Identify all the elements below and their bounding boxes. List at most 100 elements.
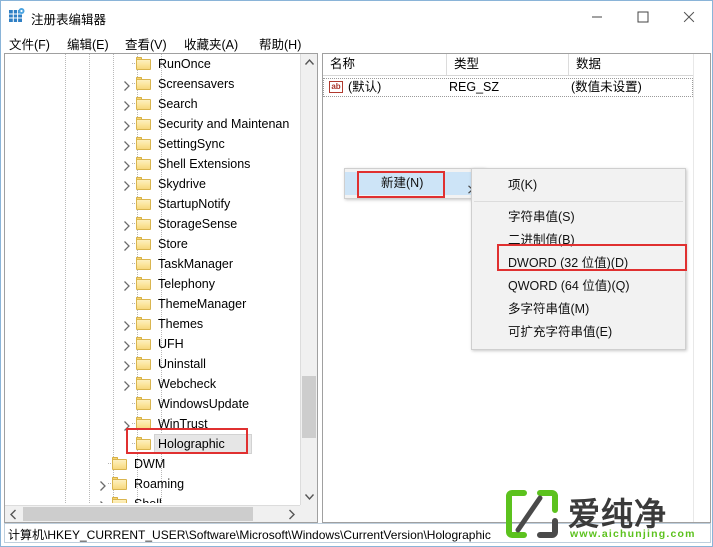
tree-item-label: Uninstall — [158, 357, 206, 371]
chevron-right-icon[interactable] — [122, 318, 132, 331]
tree-item-label: ThemeManager — [158, 297, 247, 311]
close-button[interactable] — [666, 1, 712, 32]
tree-item-label: WindowsUpdate — [158, 397, 250, 411]
registry-path: 计算机\HKEY_CURRENT_USER\Software\Microsoft… — [8, 528, 491, 542]
tree-horizontal-scrollbar[interactable] — [5, 505, 300, 522]
folder-icon — [136, 257, 151, 270]
folder-icon — [136, 57, 151, 70]
tree-guide-line — [89, 54, 90, 503]
tree-item-label: Shell Extensions — [158, 157, 251, 171]
folder-icon — [112, 497, 127, 503]
menu-help[interactable]: 帮助(H) — [259, 34, 301, 53]
tree-item-label: Roaming — [134, 477, 185, 491]
submenu-item-label: 多字符串值(M) — [508, 302, 590, 316]
folder-icon — [112, 457, 127, 470]
submenu-item[interactable]: DWORD (32 位值)(D) — [472, 252, 685, 275]
folder-icon — [136, 157, 151, 170]
folder-icon — [136, 117, 151, 130]
submenu-item[interactable]: 字符串值(S) — [472, 206, 685, 229]
chevron-right-icon[interactable] — [122, 378, 132, 391]
submenu-item-label: 字符串值(S) — [508, 210, 575, 224]
folder-icon — [136, 337, 151, 350]
maximize-button[interactable] — [620, 1, 666, 32]
submenu-item-label: 项(K) — [508, 178, 538, 192]
menu-edit[interactable]: 编辑(E) — [67, 34, 109, 53]
tree-item-label: DWM — [134, 457, 166, 471]
folder-icon — [136, 197, 151, 210]
column-header-data[interactable]: 数据 — [569, 54, 695, 75]
column-header-name[interactable]: 名称 — [323, 54, 447, 75]
context-menu-item-new[interactable]: 新建(N) — [345, 172, 484, 195]
tree-item-label: Store — [158, 237, 188, 251]
watermark: 爱纯净 www.aichunjing.com — [506, 488, 711, 546]
folder-icon — [112, 477, 127, 490]
chevron-right-icon[interactable] — [122, 358, 132, 371]
chevron-right-icon[interactable] — [122, 138, 132, 151]
chevron-right-icon[interactable] — [122, 338, 132, 351]
folder-icon — [136, 177, 151, 190]
value-type: REG_SZ — [449, 80, 500, 94]
submenu-item[interactable]: 多字符串值(M) — [472, 298, 685, 321]
tree-item-label: Themes — [158, 317, 204, 331]
registry-icon — [9, 8, 25, 24]
values-vertical-scrollbar[interactable] — [693, 54, 710, 522]
tree-item-label: StorageSense — [158, 217, 238, 231]
folder-icon — [136, 277, 151, 290]
scroll-up-icon[interactable] — [301, 54, 317, 71]
tree-guide-line — [65, 54, 66, 503]
column-header-type[interactable]: 类型 — [447, 54, 569, 75]
folder-icon — [136, 317, 151, 330]
watermark-url: www.aichunjing.com — [570, 528, 696, 540]
submenu-item[interactable]: 项(K) — [472, 174, 685, 197]
menu-favorites[interactable]: 收藏夹(A) — [184, 34, 238, 53]
chevron-right-icon[interactable] — [122, 238, 132, 251]
tree-item-label: Shell — [134, 494, 162, 503]
minimize-button[interactable] — [574, 1, 620, 32]
chevron-right-icon[interactable] — [122, 278, 132, 291]
chevron-right-icon[interactable] — [122, 118, 132, 131]
submenu-item[interactable]: 二进制值(B) — [472, 229, 685, 252]
menu-file[interactable]: 文件(F) — [9, 34, 50, 53]
tree-guide-line — [113, 54, 114, 503]
submenu-item[interactable]: 可扩充字符串值(E) — [472, 321, 685, 344]
folder-icon — [136, 357, 151, 370]
tree-vscroll-thumb[interactable] — [302, 376, 316, 438]
tree-item-label: StartupNotify — [158, 197, 231, 211]
window-title: 注册表编辑器 — [31, 13, 107, 27]
chevron-right-icon[interactable] — [98, 478, 108, 491]
scroll-right-icon[interactable] — [283, 506, 300, 522]
chevron-right-icon[interactable] — [122, 78, 132, 91]
tree-item-label: Skydrive — [158, 177, 206, 191]
chevron-right-icon[interactable] — [122, 178, 132, 191]
maximize-icon — [637, 11, 649, 22]
folder-icon — [136, 137, 151, 150]
scrollbar-corner — [300, 505, 317, 522]
tree-item-label: Security and Maintenan — [158, 117, 290, 131]
scroll-left-icon[interactable] — [5, 506, 22, 522]
chevron-right-icon[interactable] — [122, 418, 132, 431]
submenu-item[interactable]: QWORD (64 位值)(Q) — [472, 275, 685, 298]
tree-item-label: WinTrust — [158, 417, 208, 431]
folder-icon — [136, 97, 151, 110]
folder-icon — [136, 417, 151, 430]
chevron-right-icon[interactable] — [98, 498, 108, 503]
submenu-item-label: DWORD (32 位值)(D) — [508, 256, 629, 270]
chevron-right-icon[interactable] — [122, 218, 132, 231]
chevron-right-icon[interactable] — [122, 158, 132, 171]
tree-vertical-scrollbar[interactable] — [300, 54, 317, 505]
tree-item-label: Search — [158, 97, 198, 111]
menu-view[interactable]: 查看(V) — [125, 34, 167, 53]
folder-icon — [136, 437, 151, 450]
folder-icon — [136, 77, 151, 90]
table-row[interactable]: ab (默认) REG_SZ (数值未设置) — [323, 78, 693, 97]
registry-tree[interactable]: RunOnce Screensavers Search Security and Ma… — [5, 54, 300, 503]
new-submenu: 项(K) 字符串值(S) 二进制值(B) DWORD (32 位值)(D) QWORD … — [471, 168, 686, 350]
submenu-item-label: 可扩充字符串值(E) — [508, 325, 613, 339]
submenu-item-label: 二进制值(B) — [508, 233, 575, 247]
folder-icon — [136, 377, 151, 390]
scroll-down-icon[interactable] — [301, 488, 317, 505]
tree-item-label: TaskManager — [158, 257, 234, 271]
folder-icon — [136, 237, 151, 250]
chevron-right-icon[interactable] — [122, 98, 132, 111]
tree-hscroll-thumb[interactable] — [23, 507, 253, 521]
